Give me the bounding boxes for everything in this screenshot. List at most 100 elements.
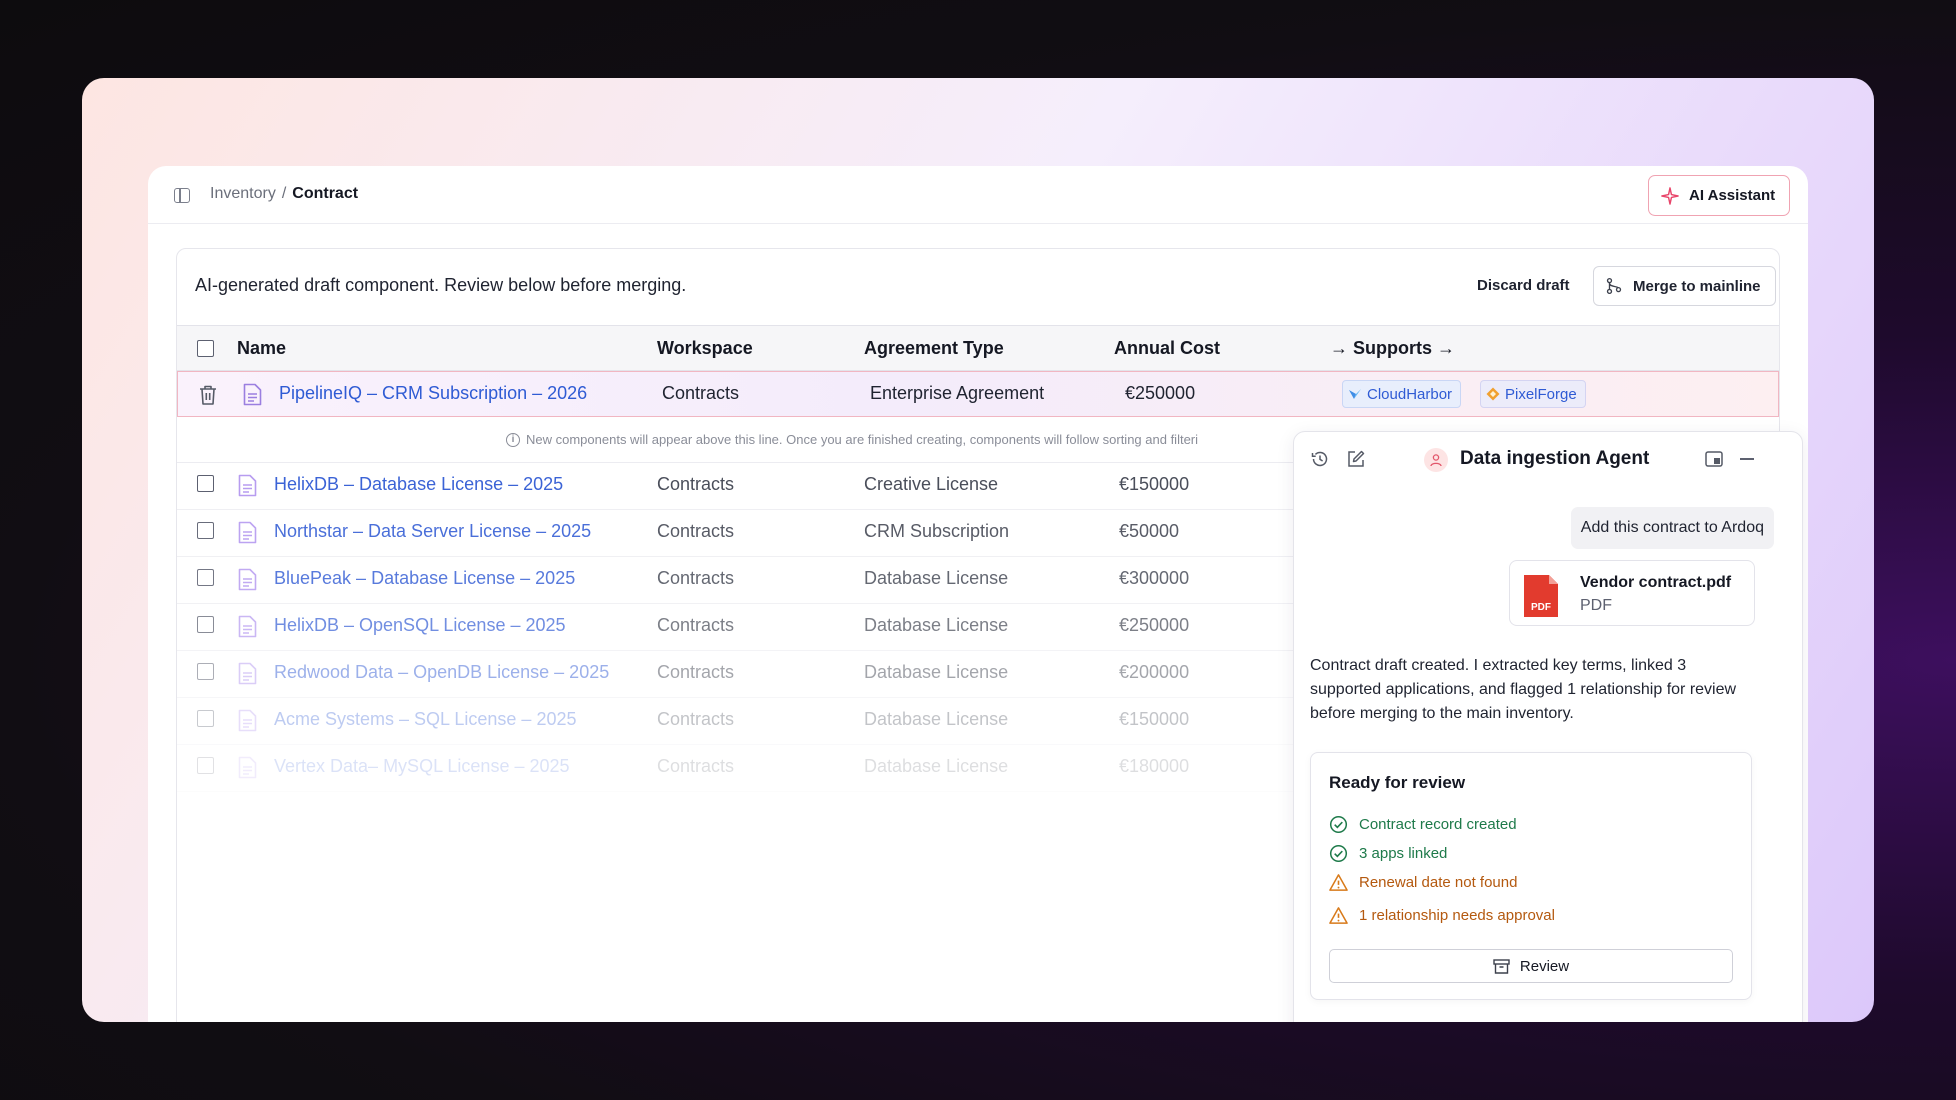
- ai-assistant-label: AI Assistant: [1689, 187, 1776, 204]
- column-name[interactable]: Name: [237, 338, 286, 359]
- top-bar: Inventory / Contract AI Assistant: [148, 166, 1808, 224]
- agent-panel: Data ingestion Agent Add this contract t…: [1293, 431, 1803, 1022]
- row-workspace: Contracts: [657, 662, 735, 682]
- check-circle-icon: [1329, 815, 1348, 834]
- row-agreement-type: Database License: [864, 615, 1009, 635]
- document-icon: [238, 662, 257, 685]
- review-item-label: 3 apps linked: [1359, 845, 1448, 862]
- row-checkbox[interactable]: [197, 757, 214, 774]
- review-item-label: Renewal date not found: [1359, 874, 1518, 891]
- row-annual-cost: €50000: [1119, 521, 1180, 541]
- row-name-link[interactable]: Vertex Data– MySQL License – 2025: [274, 756, 570, 777]
- row-checkbox[interactable]: [197, 569, 214, 586]
- row-checkbox[interactable]: [197, 475, 214, 492]
- archive-icon: [1493, 958, 1510, 974]
- review-card: Ready for review Contract record created…: [1310, 752, 1752, 1000]
- row-annual-cost: €300000: [1119, 568, 1190, 588]
- column-supports[interactable]: → Supports →: [1330, 338, 1455, 359]
- table-header: Name Workspace Agreement Type Annual Cos…: [177, 325, 1779, 371]
- new-draft-row[interactable]: PipelineIQ – CRM Subscription – 2026 Con…: [177, 371, 1779, 417]
- select-all-checkbox[interactable]: [197, 340, 214, 357]
- review-item-renewal-date: Renewal date not found: [1329, 873, 1517, 892]
- attachment-card[interactable]: PDF Vendor contract.pdf PDF: [1509, 560, 1755, 626]
- row-annual-cost: €150000: [1119, 709, 1190, 729]
- row-agreement-type: Database License: [864, 568, 1009, 588]
- info-icon: i: [506, 432, 520, 447]
- row-name-link[interactable]: HelixDB – OpenSQL License – 2025: [274, 615, 566, 636]
- row-name-link[interactable]: Northstar – Data Server License – 2025: [274, 521, 591, 542]
- new-row-workspace: Contracts: [662, 383, 740, 403]
- new-row-annual-cost: €250000: [1125, 383, 1196, 403]
- document-icon: [238, 709, 257, 732]
- row-name-link[interactable]: Acme Systems – SQL License – 2025: [274, 709, 576, 730]
- row-annual-cost: €250000: [1119, 615, 1190, 635]
- row-agreement-type: Database License: [864, 709, 1009, 729]
- attachment-name: Vendor contract.pdf: [1580, 574, 1732, 591]
- support-tag-cloudharbor[interactable]: CloudHarbor: [1342, 380, 1462, 408]
- support-tag-pixelforge[interactable]: PixelForge: [1480, 380, 1586, 408]
- discard-draft-button[interactable]: Discard draft: [1477, 277, 1570, 294]
- review-button[interactable]: Review: [1329, 949, 1733, 983]
- row-checkbox[interactable]: [197, 710, 214, 727]
- agent-panel-header: Data ingestion Agent: [1294, 432, 1802, 488]
- column-workspace[interactable]: Workspace: [657, 338, 753, 359]
- document-icon: [243, 383, 262, 406]
- app-window: Inventory / Contract AI Assistant AI-gen…: [148, 166, 1808, 1022]
- warning-icon: [1329, 874, 1348, 891]
- git-merge-icon: [1606, 277, 1622, 295]
- row-checkbox[interactable]: [197, 663, 214, 680]
- row-workspace: Contracts: [657, 756, 735, 776]
- trash-icon[interactable]: [198, 384, 218, 406]
- column-agreement-type[interactable]: Agreement Type: [864, 338, 1004, 359]
- review-title: Ready for review: [1329, 773, 1466, 792]
- document-icon: [238, 615, 257, 638]
- support-tag-label: PixelForge: [1505, 385, 1577, 403]
- history-icon[interactable]: [1310, 449, 1330, 469]
- new-chat-icon[interactable]: [1346, 449, 1366, 469]
- column-annual-cost[interactable]: Annual Cost: [1114, 338, 1220, 359]
- row-checkbox[interactable]: [197, 522, 214, 539]
- info-text: New components will appear above this li…: [526, 432, 1199, 447]
- agent-reply: Contract draft created. I extracted key …: [1310, 657, 1737, 722]
- row-workspace: Contracts: [657, 568, 735, 588]
- merge-to-mainline-button[interactable]: Merge to mainline: [1593, 266, 1776, 306]
- row-agreement-type: Database License: [864, 662, 1009, 682]
- agent-title: Data ingestion Agent: [1460, 448, 1650, 469]
- sparkle-icon: [1661, 186, 1679, 205]
- minimize-icon[interactable]: [1740, 458, 1754, 460]
- new-row-agreement-type: Enterprise Agreement: [870, 383, 1045, 403]
- pixelforge-logo-icon: [1486, 387, 1500, 401]
- document-icon: [238, 521, 257, 544]
- draft-message: AI-generated draft component. Review bel…: [195, 275, 687, 295]
- ai-assistant-button[interactable]: AI Assistant: [1648, 175, 1790, 216]
- breadcrumb-inventory[interactable]: Inventory: [210, 185, 276, 203]
- review-button-label: Review: [1519, 957, 1570, 975]
- row-checkbox[interactable]: [197, 616, 214, 633]
- pdf-badge: PDF: [1531, 602, 1551, 613]
- cloudharbor-logo-icon: [1349, 389, 1361, 399]
- merge-label: Merge to mainline: [1633, 277, 1761, 295]
- row-annual-cost: €200000: [1119, 662, 1190, 682]
- row-agreement-type: CRM Subscription: [864, 521, 1010, 541]
- attachment-type: PDF: [1580, 597, 1612, 614]
- background-frame: Inventory / Contract AI Assistant AI-gen…: [82, 78, 1874, 1022]
- new-row-name-link[interactable]: PipelineIQ – CRM Subscription – 2026: [279, 383, 587, 404]
- dock-panel-icon[interactable]: [1705, 451, 1723, 467]
- review-item-apps-linked: 3 apps linked: [1329, 844, 1447, 863]
- warning-icon: [1329, 907, 1348, 924]
- review-item-label: Contract record created: [1359, 816, 1517, 833]
- support-tag-label: CloudHarbor: [1367, 385, 1453, 403]
- breadcrumb-current: Contract: [292, 185, 359, 202]
- review-item-label: 1 relationship needs approval: [1359, 907, 1555, 924]
- pdf-file-icon: PDF: [1524, 575, 1558, 617]
- breadcrumb: Inventory / Contract: [210, 185, 358, 203]
- row-annual-cost: €180000: [1119, 756, 1190, 776]
- document-icon: [238, 756, 257, 779]
- sidebar-toggle-icon[interactable]: [174, 188, 190, 203]
- row-workspace: Contracts: [657, 615, 735, 635]
- user-icon: [1430, 454, 1442, 467]
- check-circle-icon: [1329, 844, 1348, 863]
- row-name-link[interactable]: Redwood Data – OpenDB License – 2025: [274, 662, 609, 683]
- row-name-link[interactable]: BluePeak – Database License – 2025: [274, 568, 575, 589]
- row-name-link[interactable]: HelixDB – Database License – 2025: [274, 474, 563, 495]
